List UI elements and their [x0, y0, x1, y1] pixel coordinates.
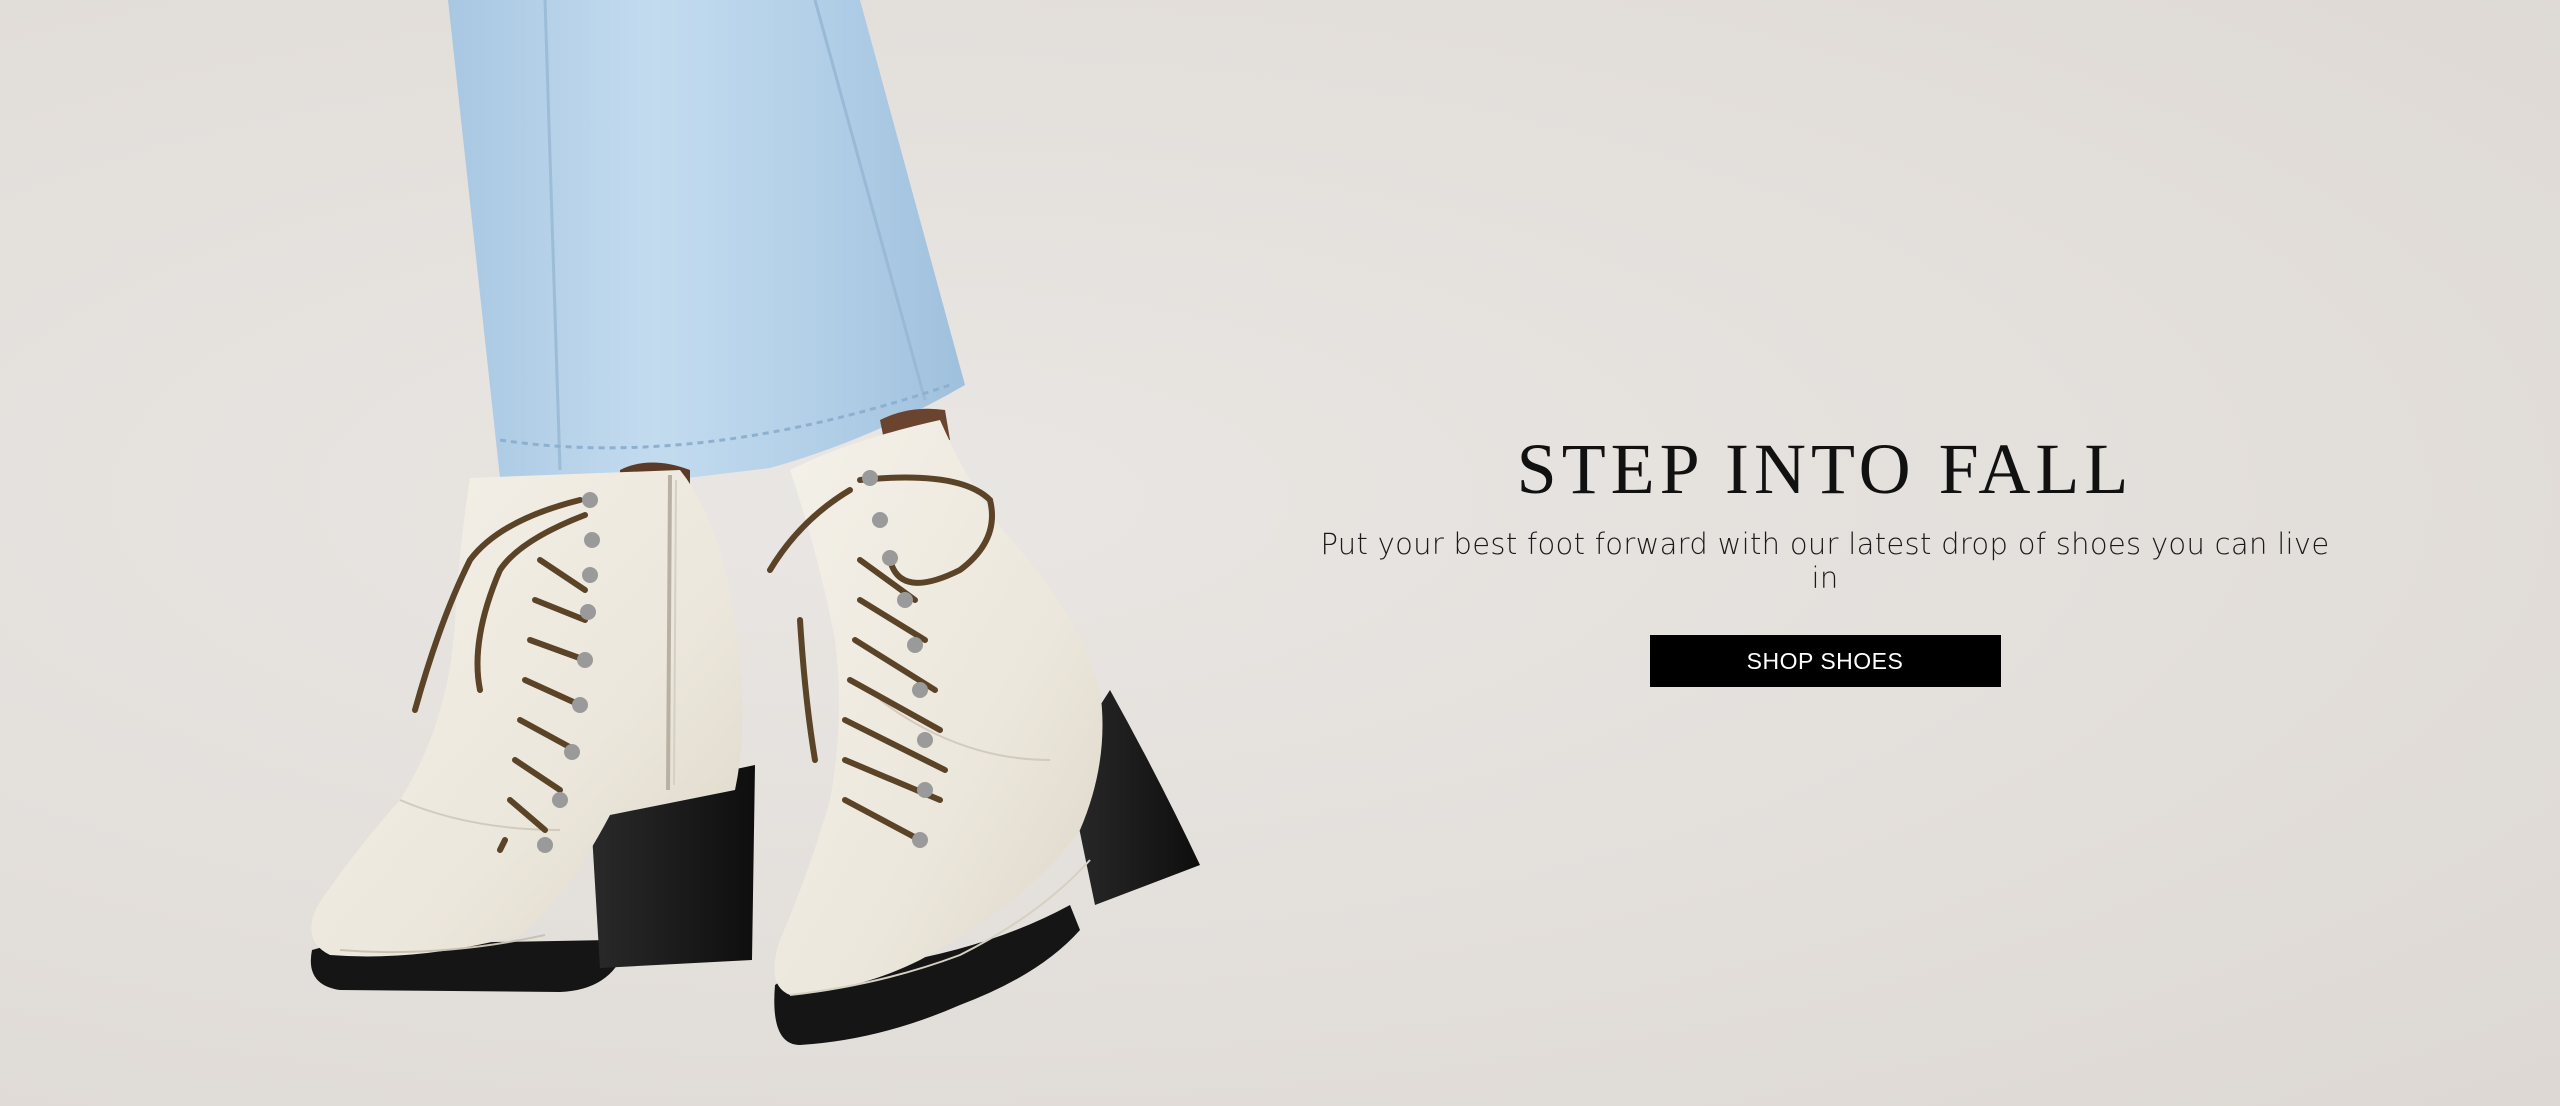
jeans	[448, 0, 965, 480]
hero-title: STEP INTO FALL	[1516, 429, 2134, 509]
hero-content: STEP INTO FALL Put your best foot forwar…	[1320, 429, 2330, 688]
hero-banner: STEP INTO FALL Put your best foot forwar…	[0, 0, 2560, 1106]
boots-illustration	[310, 0, 1200, 1045]
hero-image-boots[interactable]	[0, 0, 1300, 1106]
hero-subtitle: Put your best foot forward with our late…	[1320, 527, 2330, 596]
shop-shoes-button[interactable]: SHOP SHOES	[1649, 635, 2001, 688]
